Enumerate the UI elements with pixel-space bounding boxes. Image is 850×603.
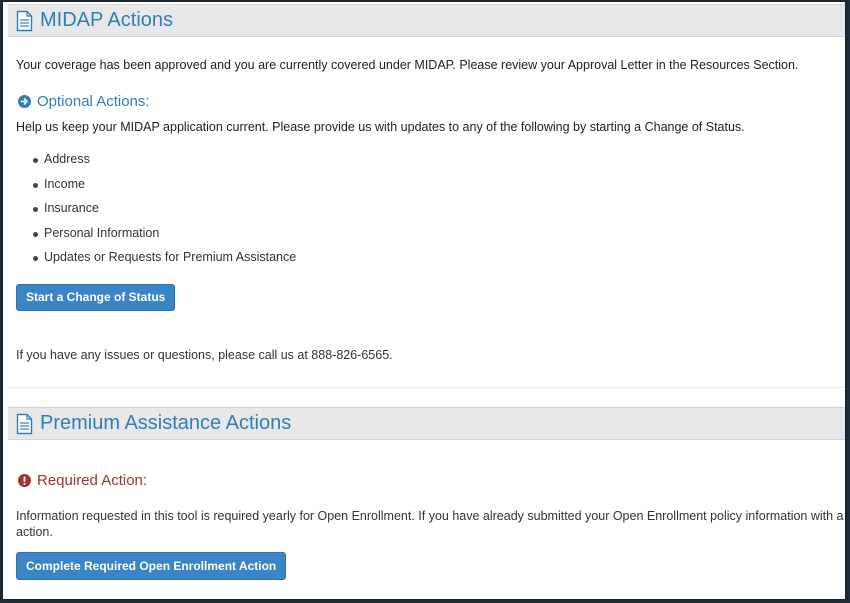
list-item: Income [16,172,296,197]
section-divider [8,387,845,388]
premium-assistance-header: Premium Assistance Actions [8,407,845,440]
document-icon [16,10,33,32]
required-action-label: Required Action: [37,472,148,489]
exclamation-circle-icon [18,474,31,487]
start-change-of-status-button[interactable]: Start a Change of Status [16,284,176,311]
page-frame: MIDAP Actions Your coverage has been app… [3,2,845,599]
required-text-line-1: Information requested in this tool is re… [16,509,845,523]
midap-actions-header: MIDAP Actions [8,4,845,37]
required-action-text: Information requested in this tool is re… [16,508,845,540]
list-item: Address [16,147,296,172]
complete-open-enrollment-button[interactable]: Complete Required Open Enrollment Action [16,552,287,580]
required-text-line-2: action. [16,525,53,539]
required-action-heading: Required Action: [18,472,147,489]
midap-actions-title: MIDAP Actions [40,9,174,31]
list-item: Insurance [16,196,296,221]
optional-actions-heading: Optional Actions: [18,93,150,110]
arrow-circle-right-icon [18,95,31,108]
premium-assistance-title: Premium Assistance Actions [40,412,292,434]
coverage-status-message: Your coverage has been approved and you … [16,58,799,72]
optional-actions-intro: Help us keep your MIDAP application curr… [16,120,745,134]
list-item: Updates or Requests for Premium Assistan… [16,245,296,270]
optional-actions-label: Optional Actions: [37,93,150,110]
list-item: Personal Information [16,221,296,246]
change-items-list: Address Income Insurance Personal Inform… [16,147,296,270]
contact-info-text: If you have any issues or questions, ple… [16,348,393,362]
document-icon [16,413,33,435]
